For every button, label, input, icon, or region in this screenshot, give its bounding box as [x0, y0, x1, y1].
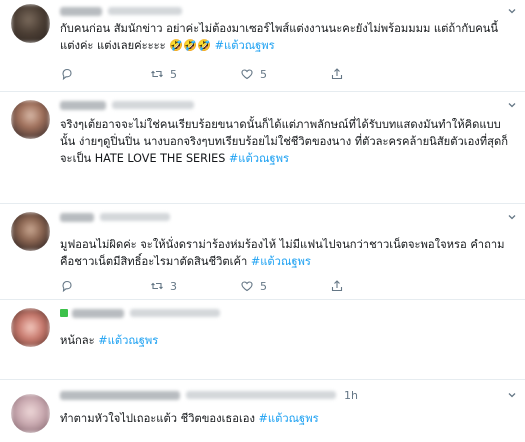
tweet-feed: กับคนก่อน สัมนักข่าว อย่าค่ะไม่ต้องมาเซอ… — [0, 0, 525, 442]
avatar[interactable] — [11, 394, 50, 433]
user-handle[interactable] — [186, 391, 336, 399]
display-name[interactable] — [60, 100, 106, 110]
tweet-actions: 3 5 — [60, 278, 440, 294]
retweet-button[interactable]: 5 — [150, 66, 240, 82]
tweet-text-body: หน้กละ — [60, 334, 95, 347]
user-handle[interactable] — [100, 213, 170, 221]
tweet-header — [72, 306, 228, 320]
tweet-text: กับคนก่อน สัมนักข่าว อย่าค่ะไม่ต้องมาเซอ… — [60, 20, 515, 54]
hashtag-link[interactable]: #แต้วณฐพร — [215, 39, 275, 52]
retweet-count: 3 — [170, 279, 177, 293]
chevron-down-icon[interactable] — [507, 100, 517, 110]
tweet-header — [60, 210, 178, 224]
tweet-header: 1h — [60, 388, 358, 402]
tweet-text: ทำตามหัวใจไปเถอะแต้ว ชีวิตของเธอเอง #แต้… — [60, 410, 515, 427]
tweet-header — [60, 4, 190, 18]
hashtag-link[interactable]: #แต้วณฐพร — [251, 255, 311, 268]
display-name[interactable] — [60, 212, 94, 222]
tweet[interactable]: มูฟออนไม่ผิดค่ะ จะให้นั่งดราม่าร้องห่มร้… — [0, 204, 525, 300]
chevron-down-icon[interactable] — [507, 390, 517, 400]
avatar[interactable] — [11, 212, 50, 251]
tweet-text-body: กับคนก่อน สัมนักข่าว อย่าค่ะไม่ต้องมาเซอ… — [60, 22, 499, 52]
reply-button[interactable] — [60, 278, 150, 294]
tweet-text: มูฟออนไม่ผิดค่ะ จะให้นั่งดราม่าร้องห่มร้… — [60, 236, 515, 270]
like-count: 5 — [260, 67, 267, 81]
tweet-header — [60, 98, 202, 112]
avatar[interactable] — [11, 308, 50, 347]
retweet-count: 5 — [170, 67, 177, 81]
tweet-text: หน้กละ #แต้วณฐพร — [60, 332, 515, 349]
retweet-icon — [151, 70, 163, 78]
share-icon — [331, 68, 343, 80]
emoji: 🤣🤣🤣 — [169, 39, 212, 52]
tweet-time[interactable]: 1h — [344, 389, 358, 402]
heart-icon — [241, 69, 253, 80]
reply-icon — [62, 68, 72, 81]
avatar[interactable] — [11, 4, 50, 43]
chevron-down-icon[interactable] — [507, 212, 517, 222]
reply-icon — [62, 280, 72, 293]
share-button[interactable] — [330, 278, 370, 294]
share-button[interactable] — [330, 66, 370, 82]
tweet-text: จริงๆเต้ยอาจจะไม่ใช่คนเรียบร้อยขนาดนั้นก… — [60, 116, 515, 167]
verified-badge-icon — [60, 309, 68, 317]
tweet[interactable]: 1h ทำตามหัวใจไปเถอะแต้ว ชีวิตของเธอเอง #… — [0, 380, 525, 442]
tweet[interactable]: หน้กละ #แต้วณฐพร — [0, 300, 525, 380]
tweet-actions: 5 5 — [60, 66, 440, 82]
tweet[interactable]: จริงๆเต้ยอาจจะไม่ใช่คนเรียบร้อยขนาดนั้นก… — [0, 92, 525, 204]
chevron-down-icon[interactable] — [507, 6, 517, 16]
user-handle[interactable] — [112, 101, 194, 109]
user-handle[interactable] — [130, 309, 220, 317]
like-button[interactable]: 5 — [240, 278, 330, 294]
tweet[interactable]: กับคนก่อน สัมนักข่าว อย่าค่ะไม่ต้องมาเซอ… — [0, 0, 525, 92]
hashtag-link[interactable]: #แต้วณฐพร — [98, 334, 158, 347]
display-name[interactable] — [60, 6, 102, 16]
display-name[interactable] — [72, 308, 124, 318]
avatar[interactable] — [11, 100, 50, 139]
retweet-icon — [151, 282, 163, 290]
share-icon — [331, 280, 343, 292]
display-name[interactable] — [60, 390, 180, 400]
user-handle[interactable] — [108, 7, 182, 15]
retweet-button[interactable]: 3 — [150, 278, 240, 294]
heart-icon — [241, 281, 253, 292]
reply-button[interactable] — [60, 66, 150, 82]
like-count: 5 — [260, 279, 267, 293]
hashtag-link[interactable]: #แต้วณฐพร — [259, 412, 319, 425]
tweet-text-body: ทำตามหัวใจไปเถอะแต้ว ชีวิตของเธอเอง — [60, 412, 255, 425]
like-button[interactable]: 5 — [240, 66, 330, 82]
hashtag-link[interactable]: #แต้วณฐพร — [229, 152, 289, 165]
